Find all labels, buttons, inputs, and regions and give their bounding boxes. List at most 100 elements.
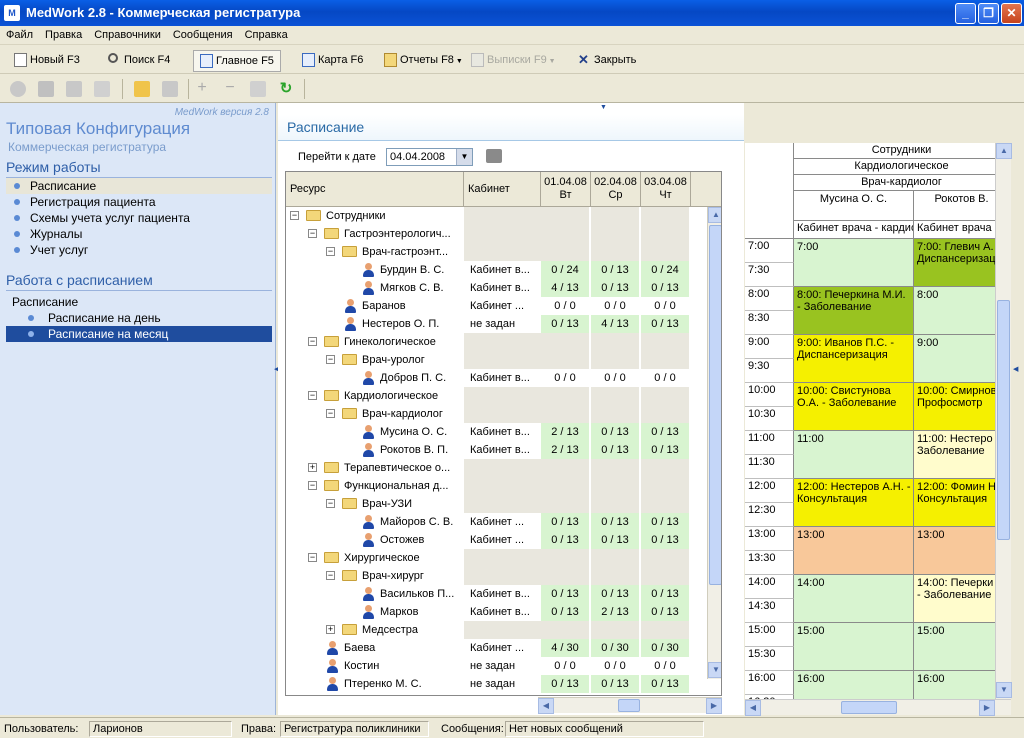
resource-row[interactable]: Марков Кабинет в... 0 / 13 2 / 13 0 / 13: [286, 603, 721, 621]
tree-group-row[interactable]: − Хирургическое: [286, 549, 721, 567]
card-button[interactable]: Карта F6: [298, 50, 363, 72]
day-cell[interactable]: 0 / 0: [641, 369, 690, 387]
day-cell[interactable]: 0 / 13: [591, 441, 640, 459]
folder-icon[interactable]: [162, 81, 178, 97]
menu-help[interactable]: Справка: [239, 26, 294, 41]
menu-references[interactable]: Справочники: [88, 26, 167, 41]
reports-button[interactable]: Отчеты F8 ▼: [380, 50, 463, 72]
day-cell[interactable]: 0 / 30: [591, 639, 640, 657]
tree-group-row[interactable]: − Гастроэнтерологич...: [286, 225, 721, 243]
tree-group-row[interactable]: − Врач-УЗИ: [286, 495, 721, 513]
resource-row[interactable]: Баева Кабинет ... 4 / 30 0 / 30 0 / 30: [286, 639, 721, 657]
appointment-slot[interactable]: 15:00: [794, 623, 914, 671]
column-header-day[interactable]: 03.04.08 Чт: [641, 172, 691, 207]
column-header-cabinet[interactable]: Кабинет: [464, 172, 541, 207]
appointment-slot[interactable]: 12:00: Нестеров А.Н. - Консультация: [794, 479, 914, 527]
day-cell[interactable]: 0 / 13: [541, 603, 590, 621]
scroll-down-icon[interactable]: ▼: [996, 682, 1012, 698]
day-cell[interactable]: 0 / 0: [541, 369, 590, 387]
day-cell[interactable]: 0 / 24: [641, 261, 690, 279]
appointment-slot[interactable]: 7:00: [794, 239, 914, 287]
back-icon[interactable]: [10, 81, 26, 97]
expand-icon[interactable]: +: [326, 625, 335, 634]
scroll-right-icon[interactable]: ▶: [979, 700, 995, 716]
resource-row[interactable]: Птеренко М. С. не задан 0 / 13 0 / 13 0 / 13: [286, 675, 721, 693]
day-cell[interactable]: 0 / 13: [641, 513, 690, 531]
scroll-left-icon[interactable]: ◀: [745, 700, 761, 716]
scroll-up-icon[interactable]: ▲: [996, 143, 1012, 159]
collapse-icon[interactable]: −: [326, 247, 335, 256]
resource-row[interactable]: Майоров С. В. Кабинет ... 0 / 13 0 / 13 0 / …: [286, 513, 721, 531]
mode-item-journals[interactable]: Журналы: [6, 226, 272, 242]
scroll-thumb[interactable]: [618, 699, 640, 712]
goto-date-picker[interactable]: 04.04.2008 ▼: [386, 148, 473, 166]
close-button[interactable]: ✕ Закрыть: [574, 50, 636, 72]
day-cell[interactable]: 0 / 13: [641, 603, 690, 621]
refresh-icon[interactable]: ↻: [278, 81, 294, 97]
chevron-down-icon[interactable]: ▼: [456, 149, 472, 165]
scroll-right-icon[interactable]: ▶: [706, 698, 722, 714]
minimize-button[interactable]: _: [955, 3, 976, 24]
day-cell[interactable]: 0 / 24: [541, 261, 590, 279]
collapse-icon[interactable]: −: [326, 409, 335, 418]
appointment-slot[interactable]: 14:00: [794, 575, 914, 623]
tree-group-row[interactable]: − Врач-кардиолог: [286, 405, 721, 423]
tree-group-row[interactable]: − Гинекологическое: [286, 333, 721, 351]
scroll-thumb[interactable]: [997, 300, 1010, 540]
print-icon[interactable]: [66, 81, 82, 97]
tree-group-row[interactable]: − Сотрудники: [286, 207, 721, 225]
collapse-icon[interactable]: −: [290, 211, 299, 220]
day-cell[interactable]: 0 / 13: [591, 531, 640, 549]
collapse-icon[interactable]: −: [308, 337, 317, 346]
resource-row[interactable]: Мягков С. В. Кабинет в... 4 / 13 0 / 13 0 / …: [286, 279, 721, 297]
tree-group-row[interactable]: + Терапевтическое о...: [286, 459, 721, 477]
day-cell[interactable]: 0 / 0: [541, 297, 590, 315]
doctor-column-header[interactable]: Мусина О. С.: [794, 191, 914, 221]
day-cell[interactable]: 2 / 13: [541, 423, 590, 441]
appointment-slot[interactable]: 11:00: [794, 431, 914, 479]
folder-up-icon[interactable]: [134, 81, 150, 97]
day-cell[interactable]: 0 / 13: [641, 531, 690, 549]
appointment-slot[interactable]: 13:00: [794, 527, 914, 575]
day-cell[interactable]: 4 / 30: [541, 639, 590, 657]
column-header-day[interactable]: 02.04.08 Ср: [591, 172, 641, 207]
day-cell[interactable]: 0 / 13: [591, 513, 640, 531]
day-cell[interactable]: 0 / 13: [541, 585, 590, 603]
collapse-icon[interactable]: −: [308, 553, 317, 562]
scroll-left-icon[interactable]: ◀: [538, 698, 554, 714]
day-cell[interactable]: 2 / 13: [591, 603, 640, 621]
day-cell[interactable]: 0 / 13: [591, 423, 640, 441]
day-cell[interactable]: 4 / 13: [541, 279, 590, 297]
scroll-down-icon[interactable]: ▼: [708, 662, 721, 678]
tree-item-month-schedule[interactable]: Расписание на месяц: [6, 326, 272, 342]
menu-file[interactable]: Файл: [0, 26, 39, 41]
restore-button[interactable]: ❐: [978, 3, 999, 24]
resource-row[interactable]: Нестеров О. П. не задан 0 / 13 4 / 13 0 / 13: [286, 315, 721, 333]
day-cell[interactable]: 0 / 0: [591, 369, 640, 387]
expand-icon[interactable]: +: [308, 463, 317, 472]
day-cell[interactable]: 0 / 0: [541, 657, 590, 675]
tree-group-row[interactable]: − Кардиологическое: [286, 387, 721, 405]
mode-item-schedule[interactable]: Расписание: [6, 178, 272, 194]
day-cell[interactable]: 0 / 30: [641, 639, 690, 657]
save-icon[interactable]: [38, 81, 54, 97]
day-cell[interactable]: 2 / 13: [541, 441, 590, 459]
resource-row[interactable]: Остожев Кабинет ... 0 / 13 0 / 13 0 / 13: [286, 531, 721, 549]
preview-icon[interactable]: [94, 81, 110, 97]
horizontal-scrollbar[interactable]: ◀ ▶: [538, 697, 722, 714]
menu-messages[interactable]: Сообщения: [167, 26, 239, 41]
schedule-horizontal-scrollbar[interactable]: ◀ ▶: [745, 699, 1011, 716]
tree-group-row[interactable]: − Врач-уролог: [286, 351, 721, 369]
day-cell[interactable]: 0 / 13: [641, 441, 690, 459]
edit-icon[interactable]: [250, 81, 266, 97]
mode-item-service-schemes[interactable]: Схемы учета услуг пациента: [6, 210, 272, 226]
scroll-up-icon[interactable]: ▲: [708, 207, 721, 223]
day-cell[interactable]: 0 / 0: [591, 657, 640, 675]
column-header-resource[interactable]: Ресурс: [286, 172, 464, 207]
splitter-arrow-icon[interactable]: ▼: [600, 104, 607, 111]
collapse-icon[interactable]: −: [308, 391, 317, 400]
resource-row[interactable]: Костин не задан 0 / 00 / 00 / 0: [286, 657, 721, 675]
day-cell[interactable]: 0 / 13: [591, 585, 640, 603]
resource-row[interactable]: Добров П. С. Кабинет в... 0 / 00 / 00 / 0: [286, 369, 721, 387]
day-cell[interactable]: 0 / 13: [541, 315, 590, 333]
